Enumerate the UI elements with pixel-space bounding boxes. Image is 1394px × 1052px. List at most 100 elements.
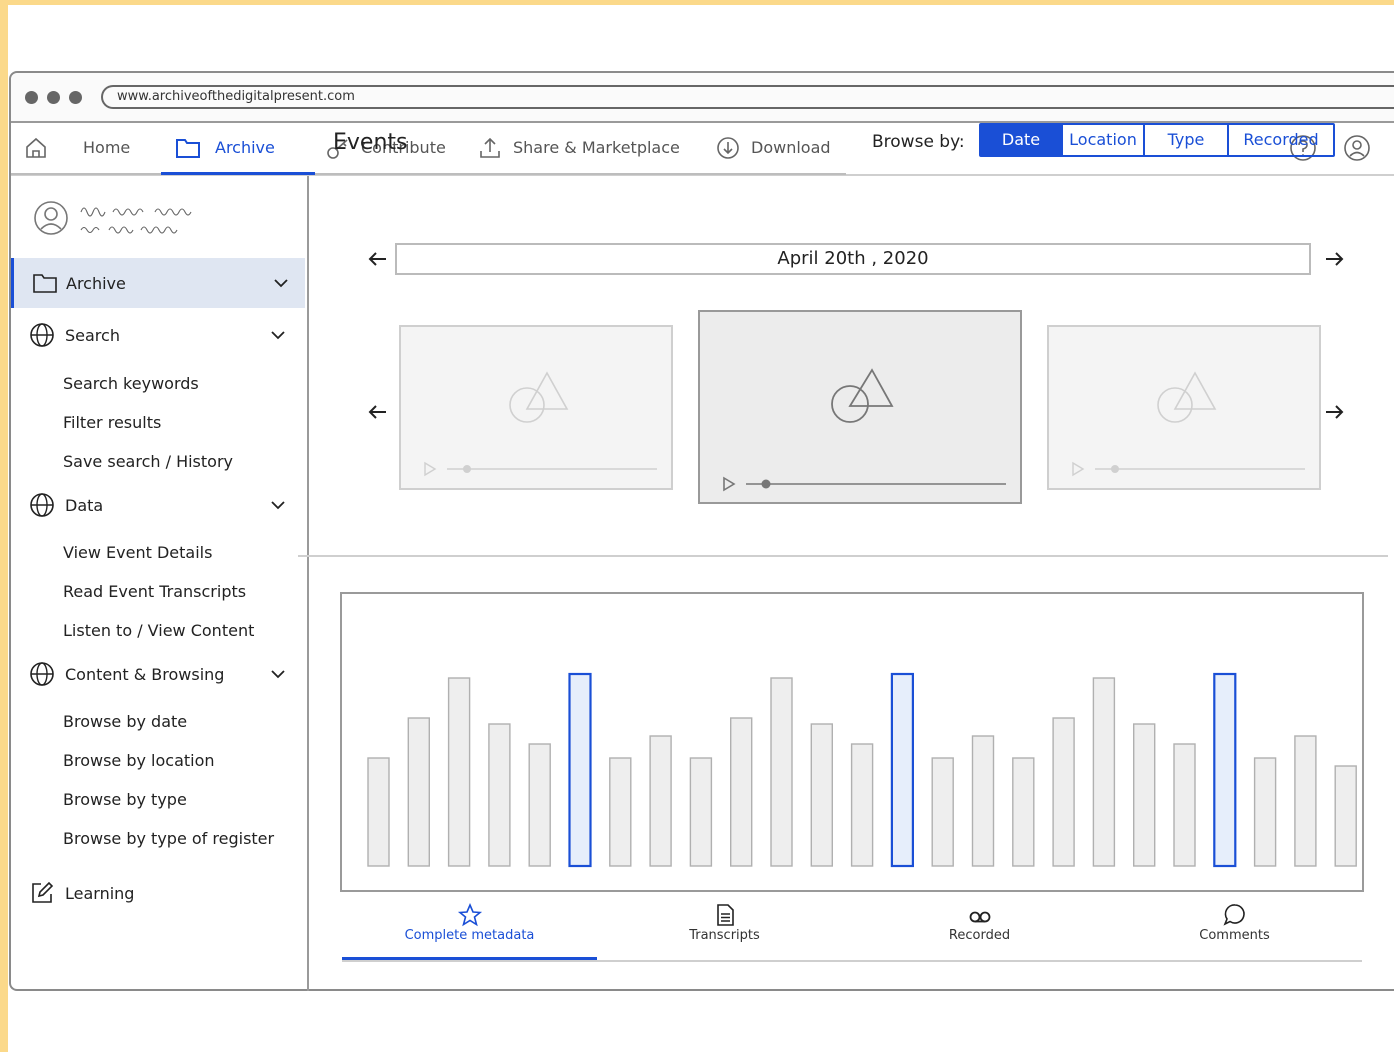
chevron-down-icon[interactable]	[272, 274, 290, 292]
chart-bar[interactable]	[528, 743, 551, 867]
sidebar-learning-label: Learning	[65, 883, 135, 903]
chart-bar[interactable]	[1052, 717, 1075, 867]
window-dot-minimize[interactable]	[47, 91, 60, 104]
media-placeholder-icon	[424, 371, 657, 477]
sidebar-subitem-label: Filter results	[63, 412, 162, 432]
arrow-left-icon[interactable]	[366, 247, 390, 271]
chart-bar-highlighted[interactable]	[890, 672, 915, 868]
sidebar-item-archive[interactable]: Archive	[11, 258, 305, 308]
chart-bar[interactable]	[770, 677, 793, 867]
chart-bar[interactable]	[488, 723, 511, 867]
window-dot-close[interactable]	[25, 91, 38, 104]
url-bar[interactable]: www.archiveofthedigitalpresent.com	[101, 85, 1394, 109]
chart-bar[interactable]	[447, 677, 471, 867]
video-thumbnail-active[interactable]	[698, 310, 1022, 504]
browse-option-location[interactable]: Location	[1061, 125, 1143, 155]
sidebar-subitem[interactable]: Browse by date	[11, 706, 305, 736]
sidebar-subitem[interactable]: View Event Details	[11, 537, 305, 567]
nav-download[interactable]: Download	[715, 121, 831, 174]
chart-bar[interactable]	[730, 717, 753, 867]
sidebar-subitem[interactable]: Save search / History	[11, 446, 305, 476]
account-icon[interactable]	[1343, 134, 1371, 162]
sidebar-subitem[interactable]: Browse by type	[11, 784, 305, 814]
sidebar-subitem[interactable]: Listen to / View Content	[11, 615, 305, 645]
sidebar-content-label: Content & Browsing	[65, 664, 225, 684]
upload-icon	[480, 137, 500, 158]
chart-bar[interactable]	[931, 757, 954, 867]
nav-rule	[11, 173, 846, 175]
chevron-down-icon[interactable]	[269, 665, 287, 683]
sidebar-subitem-label: Browse by type of register	[63, 828, 275, 848]
video-thumbnail[interactable]	[399, 325, 673, 490]
chart-bar[interactable]	[1173, 743, 1196, 867]
user-profile[interactable]	[33, 200, 293, 250]
chart-bar[interactable]	[810, 723, 833, 867]
folder-icon	[33, 274, 57, 293]
sidebar-data-label: Data	[65, 495, 104, 515]
nav-archive[interactable]: Archive	[175, 121, 275, 174]
sidebar-subitem[interactable]: Browse by location	[11, 745, 305, 775]
nav-home-label: Home	[83, 138, 131, 157]
chart-bar[interactable]	[1092, 677, 1116, 867]
edit-icon	[32, 881, 54, 903]
chart-bar[interactable]	[609, 757, 632, 867]
sidebar-item-search[interactable]: Search	[11, 310, 305, 360]
tab-label: Complete metadata	[404, 928, 535, 943]
arrow-left-icon[interactable]	[366, 400, 390, 424]
chevron-down-icon[interactable]	[269, 326, 287, 344]
chart-bar[interactable]	[850, 743, 874, 867]
sidebar: Archive Search Search keywords Filter re…	[11, 176, 309, 991]
chart-bar[interactable]	[971, 735, 995, 867]
chart-bar[interactable]	[649, 735, 672, 867]
chart-bar[interactable]	[689, 757, 713, 867]
tab-comments[interactable]: Comments	[1107, 900, 1362, 960]
chart-bar-highlighted[interactable]	[568, 672, 592, 868]
events-chart-svg	[367, 672, 1357, 868]
sidebar-item-learning[interactable]: Learning	[11, 868, 305, 918]
sidebar-archive-label: Archive	[66, 273, 126, 293]
chart-bar[interactable]	[1253, 757, 1277, 867]
chart-bar[interactable]	[1294, 735, 1317, 867]
arrow-right-icon[interactable]	[1322, 400, 1346, 424]
chart-bar[interactable]	[367, 757, 390, 867]
sidebar-item-data[interactable]: Data	[11, 480, 305, 530]
detail-tabs: Complete metadata Transcripts Recorded C…	[342, 900, 1362, 962]
browse-option-date[interactable]: Date	[981, 125, 1061, 155]
chart-bar[interactable]	[1012, 757, 1035, 867]
voicemail-icon	[969, 911, 990, 923]
media-placeholder-icon	[1072, 371, 1305, 477]
window-dot-maximize[interactable]	[69, 91, 82, 104]
chart-bar[interactable]	[1334, 765, 1357, 867]
chart-bar-highlighted[interactable]	[1213, 672, 1237, 868]
comment-icon	[1222, 904, 1245, 926]
chevron-down-icon[interactable]	[269, 496, 287, 514]
browse-option-recorded[interactable]: Recorded	[1227, 125, 1333, 155]
browser-chrome: www.archiveofthedigitalpresent.com	[11, 73, 1394, 123]
nav-share-marketplace[interactable]: Share & Marketplace	[477, 121, 680, 174]
chart-bar[interactable]	[407, 717, 431, 867]
sidebar-subitem[interactable]: Filter results	[11, 407, 305, 437]
section-divider	[298, 555, 1388, 557]
nav-home[interactable]: Home	[23, 121, 130, 174]
nav-share-label: Share & Marketplace	[513, 138, 680, 157]
globe-icon	[30, 493, 54, 517]
sidebar-item-content-browsing[interactable]: Content & Browsing	[11, 649, 305, 699]
browse-option-type[interactable]: Type	[1143, 125, 1227, 155]
download-icon	[717, 136, 739, 159]
chart-bar[interactable]	[1133, 723, 1156, 867]
sidebar-subitem[interactable]: Read Event Transcripts	[11, 576, 305, 606]
events-chart	[340, 592, 1364, 892]
tab-complete-metadata[interactable]: Complete metadata	[342, 900, 597, 960]
nav-download-label: Download	[751, 138, 831, 157]
sidebar-subitem[interactable]: Search keywords	[11, 368, 305, 398]
media-placeholder-icon	[723, 368, 1006, 492]
tab-label: Transcripts	[689, 928, 760, 943]
tab-recorded[interactable]: Recorded	[852, 900, 1107, 960]
sidebar-subitem[interactable]: Browse by type of register	[11, 823, 305, 853]
video-thumbnail[interactable]	[1047, 325, 1321, 490]
date-display: April 20th , 2020	[395, 243, 1311, 275]
arrow-right-icon[interactable]	[1322, 247, 1346, 271]
tab-transcripts[interactable]: Transcripts	[597, 900, 852, 960]
globe-icon	[30, 662, 54, 686]
tab-label: Comments	[1199, 928, 1270, 943]
